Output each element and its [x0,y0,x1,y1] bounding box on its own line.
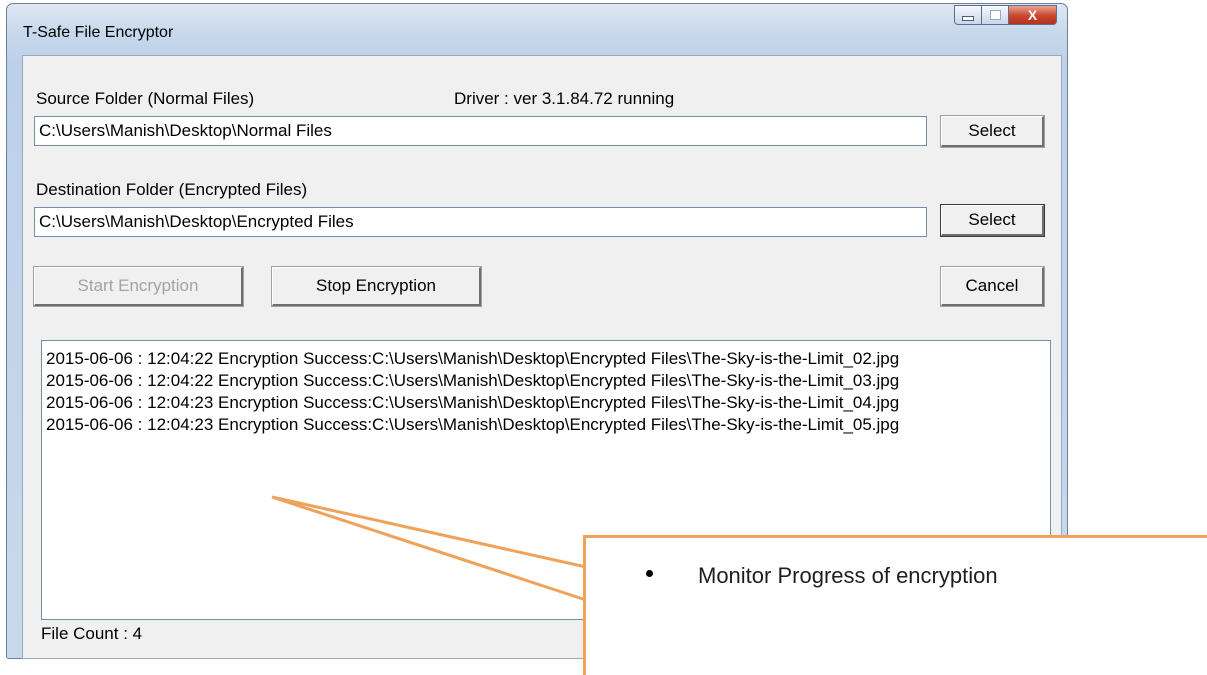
callout-text: Monitor Progress of encryption [698,563,998,588]
annotation-callout: Monitor Progress of encryption [583,535,1207,675]
bullet-icon [646,570,653,577]
